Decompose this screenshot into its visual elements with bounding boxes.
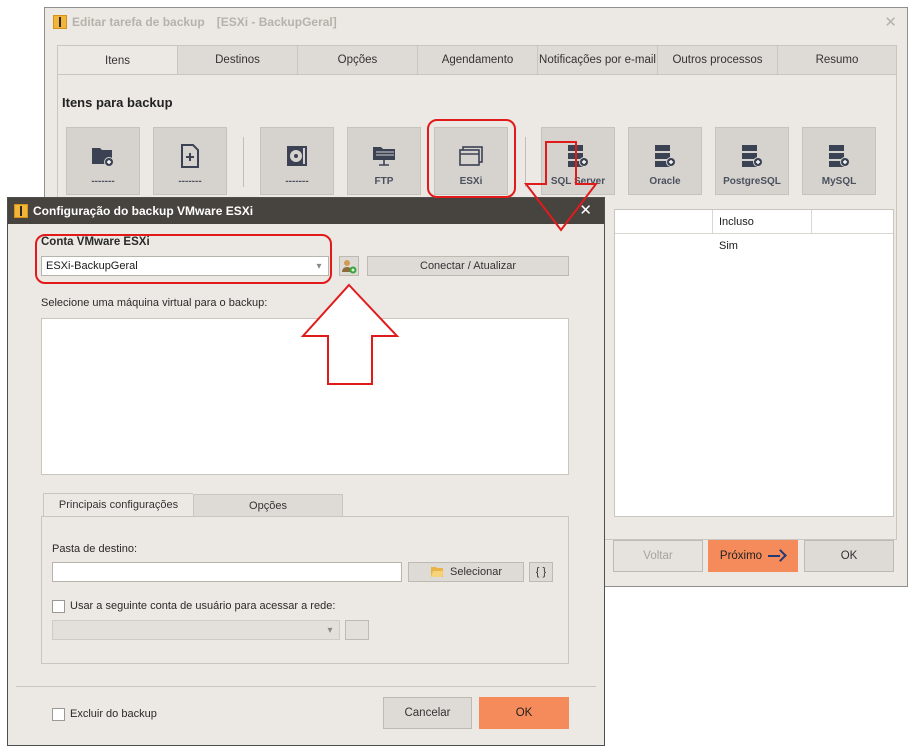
ok-button-back[interactable]: OK	[804, 540, 894, 572]
tile-label: -------	[285, 176, 309, 187]
file-add-icon	[179, 142, 201, 170]
tab-notificacoes[interactable]: Notificações por e-mail	[537, 45, 657, 75]
user-add-icon	[342, 260, 357, 274]
dest-folder-input[interactable]	[52, 562, 402, 582]
next-button[interactable]: Próximo	[708, 540, 798, 572]
section-title: Itens para backup	[62, 95, 173, 110]
esxi-highlight-frame	[427, 119, 516, 198]
tab-opcoes-dialog[interactable]: Opções	[193, 494, 343, 517]
tile-ftp[interactable]: FTP	[347, 127, 421, 195]
tile-file[interactable]: -------	[153, 127, 227, 195]
vm-select-label: Selecione uma máquina virtual para o bac…	[41, 297, 268, 309]
tile-mysql[interactable]: MySQL	[802, 127, 876, 195]
tab-itens[interactable]: Itens	[57, 45, 177, 76]
network-account-checkbox[interactable]	[52, 600, 65, 613]
tile-divider	[525, 137, 526, 187]
next-label: Próximo	[719, 550, 763, 562]
network-account-label: Usar a seguinte conta de usuário para ac…	[70, 600, 336, 612]
tile-label: -------	[91, 176, 115, 187]
network-account-select[interactable]: ▾	[52, 620, 340, 640]
arrow-right-icon	[768, 550, 786, 562]
disk-icon	[285, 142, 309, 170]
tile-postgresql[interactable]: PostgreSQL	[715, 127, 789, 195]
dialog-title: Configuração do backup VMware ESXi	[33, 204, 254, 218]
tile-disk[interactable]: -------	[260, 127, 334, 195]
exclude-label: Excluir do backup	[70, 708, 157, 720]
tab-resumo[interactable]: Resumo	[777, 45, 897, 75]
variables-button[interactable]: { }	[529, 562, 553, 582]
tab-outros-processos[interactable]: Outros processos	[657, 45, 777, 75]
select-folder-button[interactable]: Selecionar	[408, 562, 524, 582]
ftp-folder-icon	[371, 142, 397, 170]
tab-principais[interactable]: Principais configurações	[43, 493, 193, 517]
network-account-button[interactable]	[345, 620, 369, 640]
app-icon	[14, 204, 28, 218]
database-add-icon	[826, 142, 852, 170]
tile-label: SQL Server	[550, 176, 606, 187]
database-add-icon	[739, 142, 765, 170]
chevron-down-icon: ▾	[327, 624, 333, 636]
tile-label: -------	[178, 176, 202, 187]
tile-sql-server[interactable]: SQL Server	[541, 127, 615, 195]
folder-open-icon	[431, 567, 444, 577]
back-window-task-name: [ESXi - BackupGeral]	[216, 14, 337, 29]
app-icon	[53, 14, 67, 29]
select-folder-label: Selecionar	[450, 566, 502, 578]
list-header-included: Incluso	[713, 210, 812, 233]
list-header-name	[615, 210, 713, 233]
exclude-checkbox[interactable]	[52, 708, 65, 721]
tile-folder[interactable]: -------	[66, 127, 140, 195]
back-window-tabs: Itens Destinos Opções Agendamento Notifi…	[57, 45, 897, 76]
tab-agendamento[interactable]: Agendamento	[417, 45, 537, 75]
tile-label: FTP	[374, 176, 394, 187]
dialog-titlebar: Configuração do backup VMware ESXi	[8, 198, 604, 224]
database-add-icon	[652, 142, 678, 170]
ok-button[interactable]: OK	[479, 697, 569, 729]
tile-label: Oracle	[649, 176, 681, 187]
vm-list[interactable]	[41, 318, 569, 475]
cancel-button[interactable]: Cancelar	[383, 697, 472, 729]
folder-add-icon	[90, 142, 116, 170]
database-add-icon	[565, 142, 591, 170]
account-highlight-frame	[35, 234, 332, 284]
add-account-button[interactable]	[339, 256, 359, 276]
tile-label: PostgreSQL	[723, 176, 781, 187]
footer-divider	[16, 686, 596, 687]
close-icon[interactable]: ✕	[579, 201, 592, 219]
list-header: Incluso	[615, 210, 893, 234]
back-button[interactable]: Voltar	[613, 540, 703, 572]
connect-refresh-button[interactable]: Conectar / Atualizar	[367, 256, 569, 276]
list-header-extra	[812, 210, 893, 233]
back-window-title: Editar tarefa de backup	[72, 14, 205, 29]
tab-destinos[interactable]: Destinos	[177, 45, 297, 75]
settings-panel	[41, 516, 569, 664]
tile-oracle[interactable]: Oracle	[628, 127, 702, 195]
dest-folder-label: Pasta de destino:	[52, 543, 138, 555]
tile-label: MySQL	[821, 176, 857, 187]
tile-divider	[243, 137, 244, 187]
tab-opcoes[interactable]: Opções	[297, 45, 417, 75]
back-window-titlebar: Editar tarefa de backup [ESXi - BackupGe…	[45, 8, 907, 35]
items-list[interactable]: Incluso Sim	[614, 209, 894, 517]
close-icon[interactable]: ✕	[884, 13, 897, 31]
list-row-included: Sim	[719, 240, 738, 252]
